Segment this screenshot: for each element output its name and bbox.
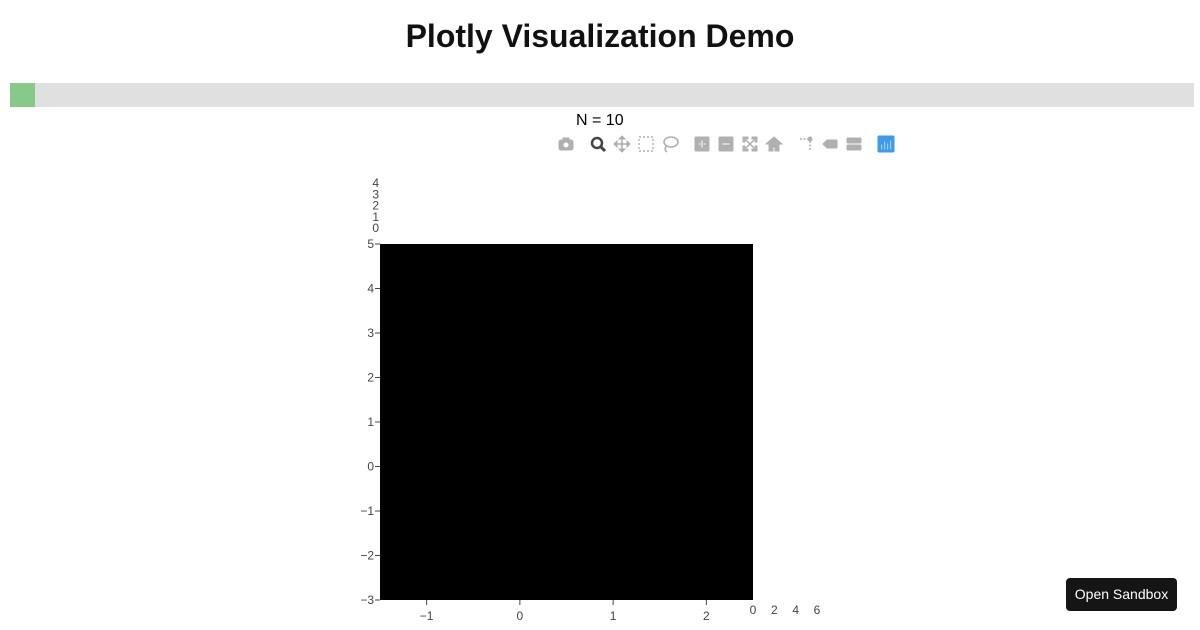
autoscale-button[interactable] — [740, 134, 760, 154]
zoom-in-icon — [694, 136, 710, 152]
x-tick-label: 2 — [703, 609, 710, 623]
zoom-in-button[interactable] — [692, 134, 712, 154]
right-hist-x-tick-label: 0 — [750, 603, 757, 617]
box-select-icon — [638, 136, 654, 152]
right-hist-x-tick-label: 2 — [771, 603, 778, 617]
hover-closest-icon — [822, 139, 838, 149]
progress-bar-fill — [10, 83, 35, 107]
y-tick-label: −3 — [360, 593, 374, 607]
x-tick-label: 1 — [610, 609, 617, 623]
y-tick-label: 5 — [367, 237, 374, 251]
zoom-out-button[interactable] — [716, 134, 736, 154]
zoom-out-icon — [718, 136, 734, 152]
y-tick-label: 1 — [367, 415, 374, 429]
spike-lines-icon — [800, 136, 813, 151]
plotly-logo-button[interactable] — [876, 134, 896, 154]
y-tick-label: 3 — [367, 326, 374, 340]
top-hist-y-tick-label: 0 — [372, 221, 379, 235]
plot-modebar — [556, 134, 896, 154]
reset-axes-icon — [764, 136, 784, 152]
zoom-icon — [590, 136, 607, 153]
plot-title: N = 10 — [576, 112, 624, 129]
lasso-select-icon — [663, 136, 679, 153]
hover-compare-icon — [846, 137, 862, 151]
y-tick-label: −1 — [360, 504, 374, 518]
y-tick-label: 0 — [367, 460, 374, 474]
right-hist-x-tick-label: 6 — [814, 603, 821, 617]
page-title: Plotly Visualization Demo — [405, 18, 795, 54]
plotly-logo-icon — [877, 135, 895, 153]
top-hist-y-tick-label: 1 — [372, 210, 379, 224]
x-tick-label: −1 — [420, 609, 434, 623]
camera-icon — [558, 137, 574, 151]
lasso-select-button[interactable] — [660, 134, 680, 154]
x-tick-label: 0 — [517, 609, 524, 623]
autoscale-icon — [742, 136, 758, 152]
right-hist-x-tick-label: 4 — [792, 603, 799, 617]
pan-icon — [613, 135, 631, 153]
y-tick-label: 4 — [367, 282, 374, 296]
hover-compare-button[interactable] — [844, 134, 864, 154]
progress-bar — [10, 83, 1194, 107]
hover-closest-button[interactable] — [820, 134, 840, 154]
pan-button[interactable] — [612, 134, 632, 154]
box-select-button[interactable] — [636, 134, 656, 154]
camera-button[interactable] — [556, 134, 576, 154]
open-sandbox-button[interactable]: Open Sandbox — [1066, 578, 1177, 611]
reset-axes-button[interactable] — [764, 134, 784, 154]
top-hist-y-tick-label: 3 — [372, 187, 379, 201]
top-hist-y-tick-label: 2 — [372, 199, 379, 213]
y-tick-label: 2 — [367, 371, 374, 385]
y-tick-label: −2 — [360, 549, 374, 563]
zoom-button[interactable] — [588, 134, 608, 154]
spike-lines-button[interactable] — [796, 134, 816, 154]
top-hist-y-tick-label: 4 — [372, 176, 379, 190]
heatmap-plot-area[interactable] — [380, 244, 753, 600]
